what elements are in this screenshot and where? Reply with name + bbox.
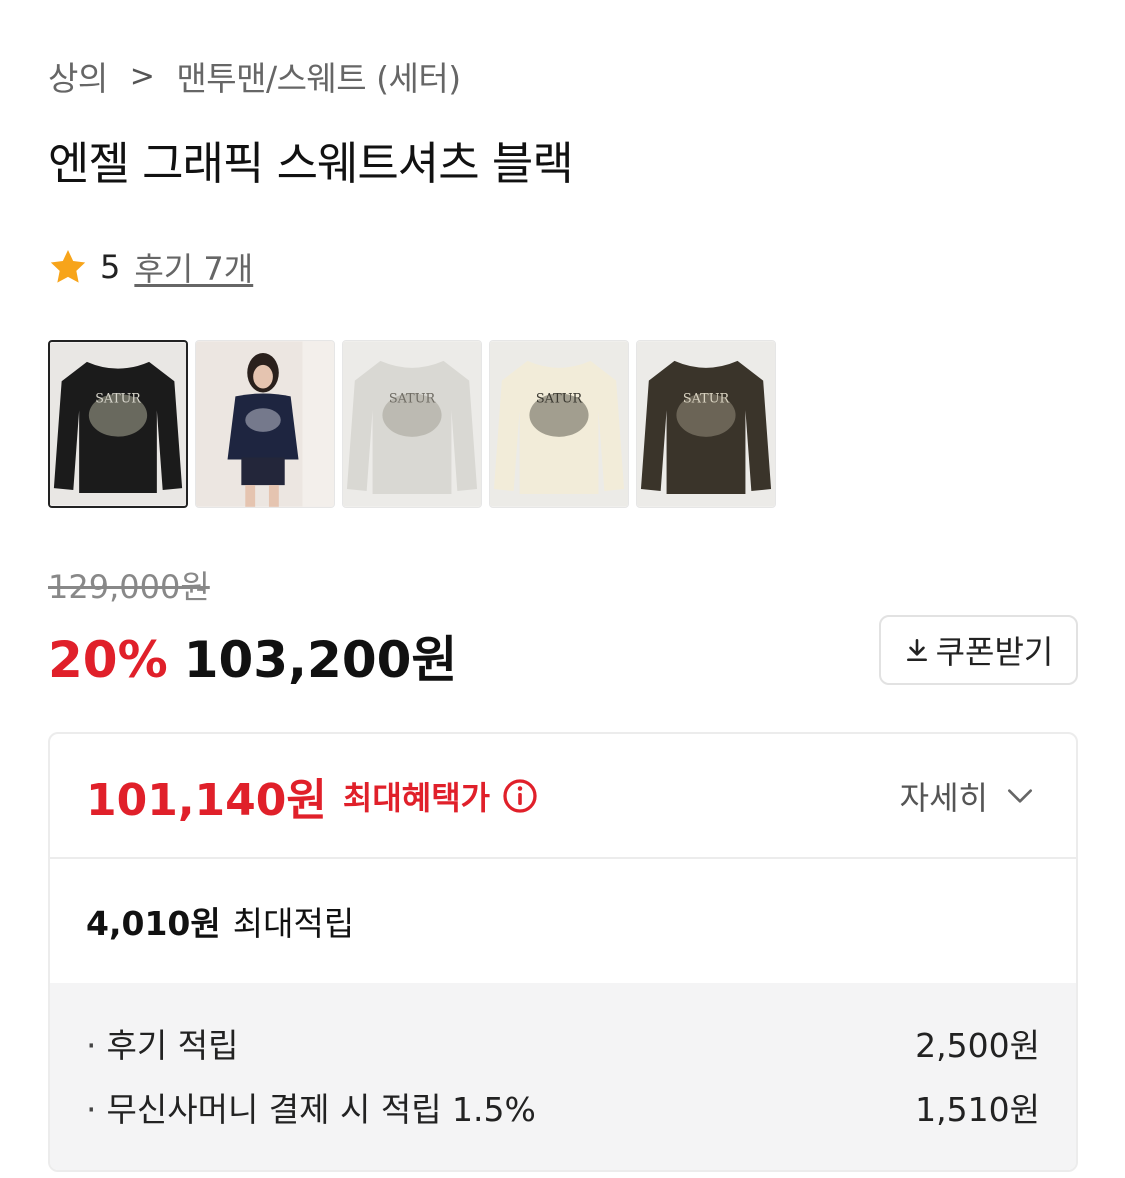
- svg-text:SATUR: SATUR: [95, 391, 141, 406]
- best-benefit-price: 101,140원: [86, 774, 327, 826]
- thumbnail-black[interactable]: SATUR: [48, 340, 188, 508]
- benefit-panel: 101,140원 최대혜택가 자세히 4,010원 최대적립 후기 적립 2,5…: [48, 732, 1078, 1172]
- breadcrumb-separator: >: [129, 58, 155, 94]
- thumbnail-gray[interactable]: SATUR: [342, 340, 482, 508]
- svg-text:SATUR: SATUR: [389, 391, 436, 406]
- rating-score: 5: [100, 248, 121, 286]
- sale-price: 103,200원: [183, 631, 458, 689]
- best-benefit-label: 최대혜택가: [342, 778, 491, 817]
- svg-text:SATUR: SATUR: [536, 391, 583, 406]
- coupon-button-label: 쿠폰받기: [935, 634, 1054, 670]
- sale-price-row: 20% 103,200원: [48, 620, 457, 692]
- chevron-down-icon[interactable]: [1004, 780, 1036, 812]
- max-points-amount: 4,010원: [86, 904, 221, 943]
- svg-text:SATUR: SATUR: [683, 391, 730, 406]
- max-points-label: 최대적립: [232, 904, 355, 943]
- star-icon: [50, 250, 86, 283]
- thumbnail-brown[interactable]: SATUR: [636, 340, 776, 508]
- gray-sweatshirt-thumbnail: SATUR: [343, 341, 481, 507]
- points-item-value: 2,500원: [915, 1026, 1040, 1065]
- discount-rate: 20%: [48, 631, 168, 689]
- coupon-download-button[interactable]: 쿠폰받기: [879, 615, 1078, 685]
- black-sweatshirt-thumbnail: SATUR: [50, 342, 186, 506]
- detail-toggle-label[interactable]: 자세히: [900, 773, 988, 819]
- list-item: 후기 적립 2,500원: [86, 1011, 1041, 1075]
- review-count-link[interactable]: 후기 7개: [134, 244, 253, 290]
- points-item-name: 무신사머니 결제 시 적립 1.5%: [86, 1083, 536, 1131]
- points-breakdown: 후기 적립 2,500원 무신사머니 결제 시 적립 1.5% 1,510원: [50, 983, 1076, 1170]
- info-icon[interactable]: [502, 778, 538, 814]
- list-item: 무신사머니 결제 시 적립 1.5% 1,510원: [86, 1075, 1041, 1139]
- model-photo-thumbnail: [196, 341, 334, 507]
- thumbnail-model[interactable]: [195, 340, 335, 508]
- max-points-row: 4,010원 최대적립: [50, 859, 1076, 983]
- thumbnail-cream[interactable]: SATUR: [489, 340, 629, 508]
- best-price-header[interactable]: 101,140원 최대혜택가 자세히: [50, 734, 1076, 859]
- product-title: 엔젤 그래픽 스웨트셔츠 블랙: [48, 137, 574, 190]
- cream-sweatshirt-thumbnail: SATUR: [490, 341, 628, 507]
- breadcrumb-category[interactable]: 상의: [48, 52, 108, 100]
- breadcrumb-subcategory[interactable]: 맨투맨/스웨트 (세터): [176, 52, 461, 100]
- points-item-value: 1,510원: [915, 1090, 1040, 1129]
- download-icon: [906, 638, 927, 662]
- original-price: 129,000원: [48, 568, 210, 606]
- rating-row: 5 후기 7개: [48, 244, 253, 290]
- points-item-name: 후기 적립: [86, 1019, 239, 1067]
- thumbnail-list: SATUR SATUR SATUR SATUR: [48, 340, 776, 508]
- brown-sweatshirt-thumbnail: SATUR: [637, 341, 775, 507]
- breadcrumb: 상의 > 맨투맨/스웨트 (세터): [48, 52, 461, 100]
